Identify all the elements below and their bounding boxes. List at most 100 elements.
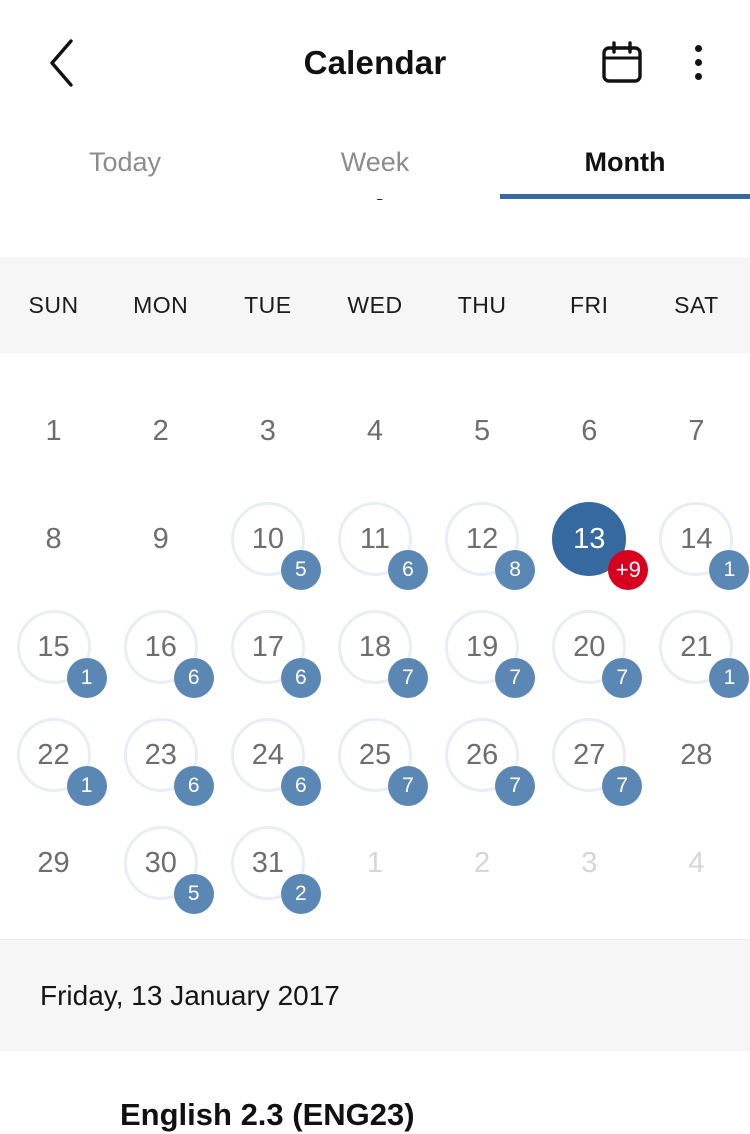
event-count-badge: 2	[280, 874, 321, 914]
day-number: 23	[144, 738, 177, 771]
tab-month[interactable]: Month	[500, 125, 750, 199]
day-cell[interactable]: 12 8	[429, 485, 536, 593]
day-number: 3	[581, 846, 598, 879]
day-number: 16	[144, 630, 177, 663]
tab-week[interactable]: Week	[250, 125, 500, 199]
calendar-button[interactable]	[586, 23, 658, 103]
day-number: 24	[251, 738, 284, 771]
calendar-screen: Calendar ‹ January, 2017 ›	[0, 0, 750, 1134]
tab-week-label: Week	[340, 146, 410, 177]
weekday-label-mon: MON	[133, 291, 189, 318]
day-number: 11	[359, 522, 391, 555]
day-number: 18	[358, 630, 392, 663]
day-cell[interactable]: 14 1	[643, 485, 750, 593]
day-number: 9	[152, 522, 169, 555]
day-cell[interactable]: 7	[643, 377, 750, 485]
day-number: 6	[581, 414, 598, 447]
day-cell[interactable]: 1	[321, 809, 428, 917]
day-number: 22	[37, 738, 70, 771]
day-cell[interactable]: 11 6	[321, 485, 428, 593]
day-cell[interactable]: 17 6	[214, 593, 321, 701]
day-circle: 29	[17, 826, 91, 900]
selected-date-label: Friday, 13 January 2017	[40, 979, 340, 1011]
day-circle: 20 7	[552, 610, 643, 698]
kebab-menu-icon	[694, 45, 702, 80]
day-cell[interactable]: 21 1	[643, 593, 750, 701]
day-cell[interactable]: 9	[107, 485, 214, 593]
day-cell[interactable]: 5	[429, 377, 536, 485]
event-count-badge: 6	[280, 658, 321, 698]
day-number: 1	[366, 846, 384, 879]
day-cell[interactable]: 26 7	[429, 701, 536, 809]
day-circle: 30 5	[123, 826, 214, 914]
day-circle: 25 7	[337, 718, 428, 806]
weekday-label-sun: SUN	[28, 291, 79, 318]
day-number: 4	[688, 846, 705, 879]
day-number: 1	[45, 414, 62, 447]
day-grid: 1 2 3 4 5 6 7 8 9 10 5 11 6 12 8 13 +9 14 1 15 1 16 6 17 6 18 7 19 7…	[0, 353, 750, 917]
day-cell[interactable]: 15 1	[0, 593, 107, 701]
day-circle: 23 6	[123, 718, 214, 806]
event-count-badge: 1	[66, 766, 107, 806]
day-cell[interactable]: 8	[0, 485, 107, 593]
day-cell[interactable]: 13 +9	[536, 485, 649, 593]
day-circle: 18 7	[337, 610, 428, 698]
day-cell[interactable]: 19 7	[429, 593, 536, 701]
event-title[interactable]: English 2.3 (ENG23)	[0, 1097, 750, 1133]
day-circle: 5	[445, 394, 519, 468]
day-cell[interactable]: 27 7	[536, 701, 643, 809]
day-circle: 22 1	[16, 718, 107, 806]
day-circle: 8	[17, 502, 91, 576]
day-cell[interactable]: 29	[0, 809, 107, 917]
day-circle: 10 5	[230, 502, 321, 590]
event-count-badge: 1	[66, 658, 107, 698]
day-cell[interactable]: 1	[0, 377, 107, 485]
weekday-label-tue: TUE	[244, 291, 292, 318]
day-cell[interactable]: 10 5	[214, 485, 321, 593]
day-number: 26	[465, 738, 499, 771]
app-bar: Calendar	[0, 0, 750, 125]
day-circle: 19 7	[445, 610, 536, 698]
day-cell[interactable]: 18 7	[321, 593, 428, 701]
weekday-label-wed: WED	[347, 291, 403, 318]
back-button[interactable]	[14, 15, 110, 111]
day-cell[interactable]: 2	[429, 809, 536, 917]
day-cell[interactable]: 3	[536, 809, 643, 917]
day-cell[interactable]: 4	[321, 377, 428, 485]
day-number: 17	[251, 630, 284, 663]
day-circle: 12 8	[445, 502, 536, 590]
day-cell[interactable]: 3	[214, 377, 321, 485]
day-cell[interactable]: 4	[643, 809, 750, 917]
day-cell[interactable]: 2	[107, 377, 214, 485]
day-number: 15	[37, 630, 70, 663]
day-cell[interactable]: 16 6	[107, 593, 214, 701]
day-number: 13	[573, 522, 606, 555]
day-number: 2	[474, 846, 491, 879]
day-cell[interactable]: 31 2	[214, 809, 321, 917]
event-count-badge: 5	[173, 874, 214, 914]
day-cell[interactable]: 28	[643, 701, 750, 809]
day-cell[interactable]: 25 7	[321, 701, 428, 809]
day-number: 27	[573, 738, 606, 771]
day-cell[interactable]: 6	[536, 377, 643, 485]
day-cell[interactable]: 23 6	[107, 701, 214, 809]
day-number: 4	[366, 414, 384, 447]
tab-today[interactable]: Today	[0, 125, 250, 199]
day-circle: 14 1	[659, 502, 750, 590]
event-count-badge: 7	[387, 658, 428, 698]
day-circle: 1	[338, 826, 412, 900]
event-count-badge: 5	[280, 550, 321, 590]
selected-date-bar: Friday, 13 January 2017	[0, 939, 750, 1051]
day-cell[interactable]: 22 1	[0, 701, 107, 809]
day-number: 19	[465, 630, 499, 663]
weekday-label-thu: THU	[457, 291, 507, 318]
day-cell[interactable]: 20 7	[536, 593, 643, 701]
day-cell[interactable]: 30 5	[107, 809, 214, 917]
day-number: 29	[37, 846, 70, 879]
day-cell[interactable]: 24 6	[214, 701, 321, 809]
day-circle: 11 6	[337, 502, 428, 590]
day-circle: 6	[552, 394, 626, 468]
day-number: 10	[251, 522, 284, 555]
tab-today-label: Today	[88, 146, 162, 177]
overflow-menu-button[interactable]	[662, 23, 734, 103]
